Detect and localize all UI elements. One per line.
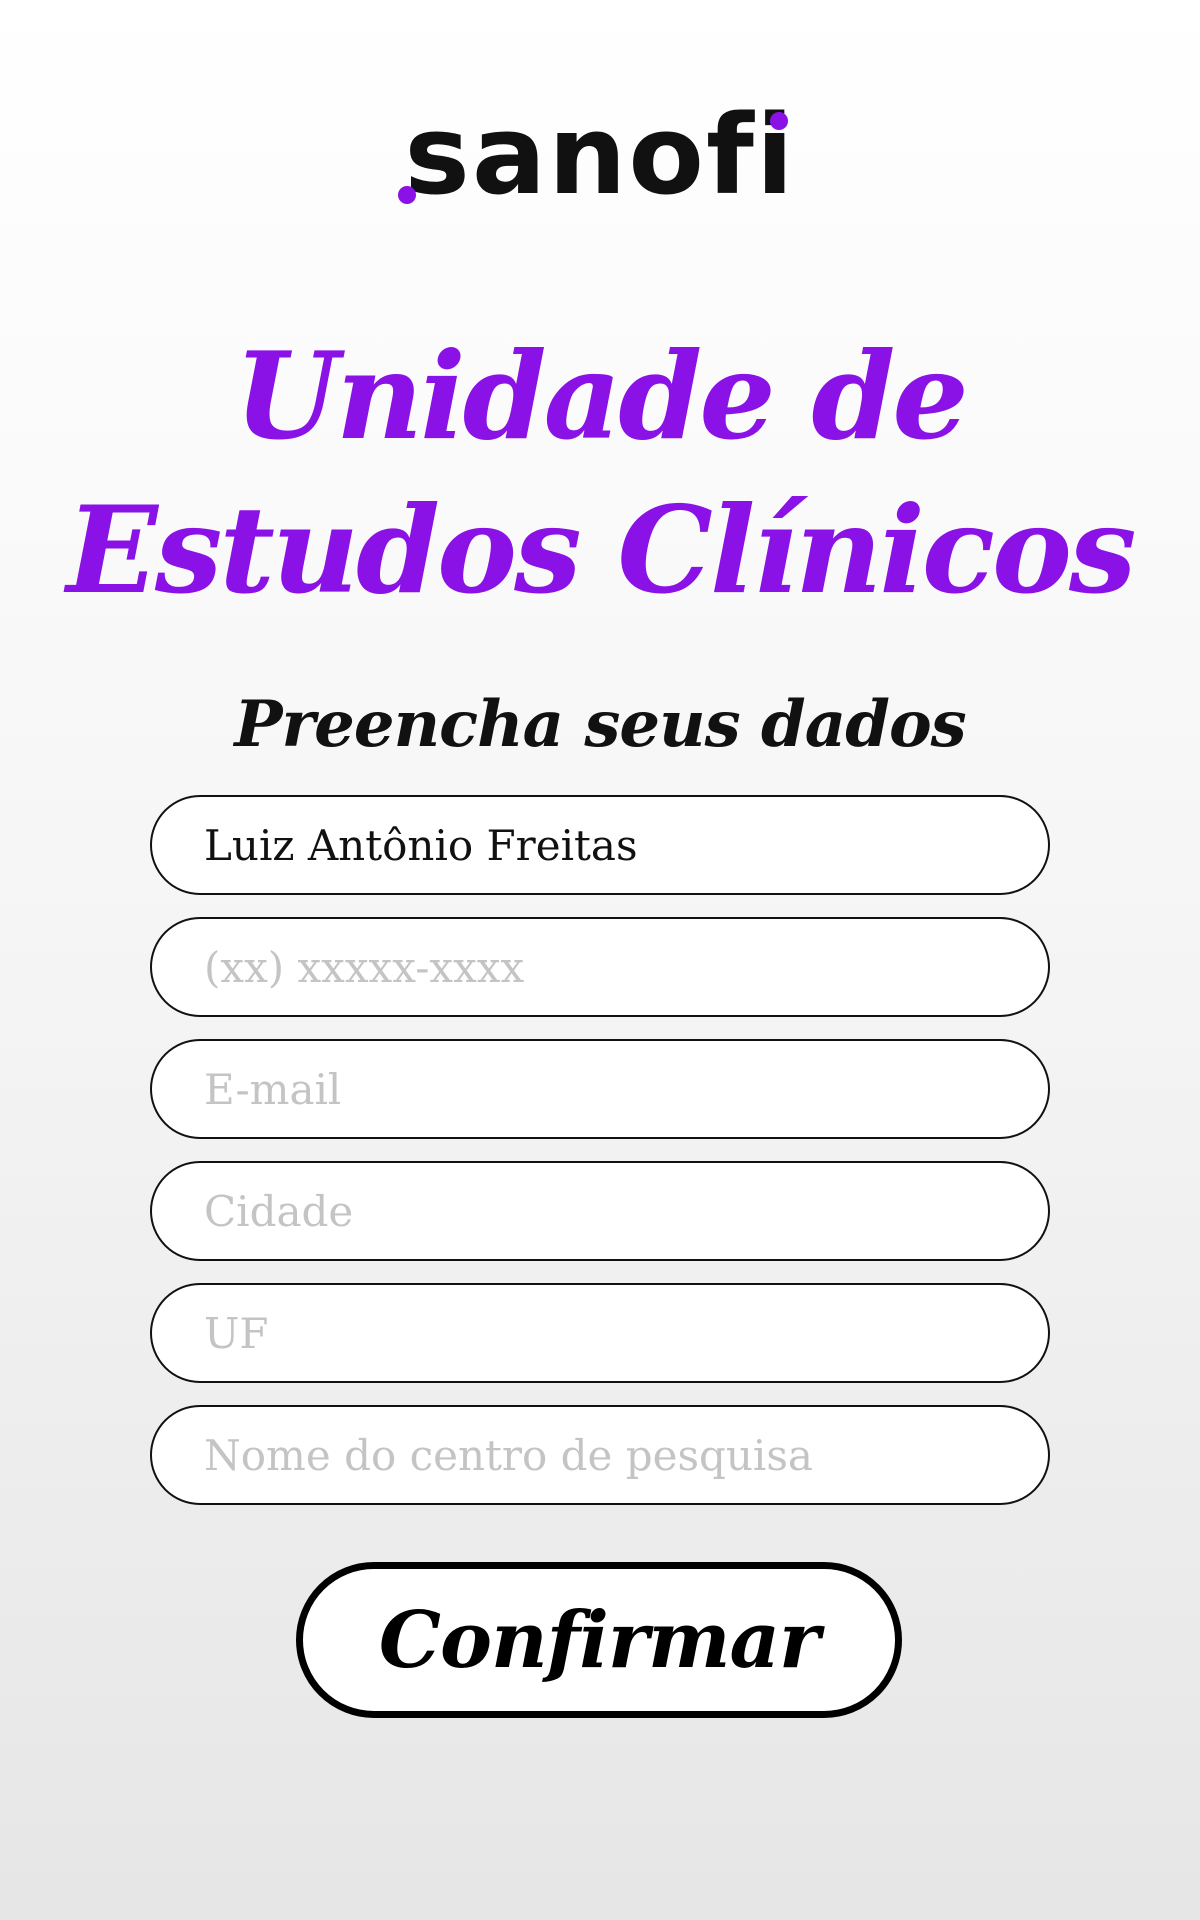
city-field[interactable]: [150, 1161, 1050, 1261]
sanofi-logo: sanofi: [398, 100, 795, 210]
email-field[interactable]: [150, 1039, 1050, 1139]
page-title-line-1: Unidade de: [234, 326, 968, 467]
form-subtitle: Preencha seus dados: [234, 687, 966, 762]
page-title: Unidade de Estudos Clínicos: [40, 320, 1160, 628]
name-field[interactable]: [150, 795, 1050, 895]
phone-field[interactable]: [150, 917, 1050, 1017]
state-field[interactable]: [150, 1283, 1050, 1383]
logo-text: sanofi: [404, 91, 796, 219]
research-center-field[interactable]: [150, 1405, 1050, 1505]
logo-area: sanofi: [0, 100, 1200, 210]
confirm-button[interactable]: Confirmar: [296, 1562, 902, 1718]
logo-dot-right: [769, 112, 788, 130]
page-title-line-2: Estudos Clínicos: [66, 480, 1136, 621]
